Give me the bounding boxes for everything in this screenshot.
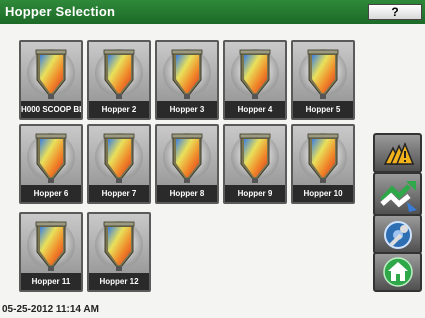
hopper-button-1[interactable]: H000 SCOOP BLK — [19, 40, 83, 120]
hopper-label: Hopper 9 — [225, 185, 285, 202]
hopper-button-5[interactable]: Hopper 5 — [291, 40, 355, 120]
alarm-warning-icon — [383, 141, 415, 165]
hopper-button-11[interactable]: Hopper 11 — [19, 212, 83, 292]
help-button[interactable]: ? — [368, 4, 422, 20]
hopper-label: Hopper 3 — [157, 101, 217, 118]
hopper-button-4[interactable]: Hopper 4 — [223, 40, 287, 120]
hopper-icon — [27, 133, 75, 183]
hopper-label: Hopper 4 — [225, 101, 285, 118]
navigation-arrows-icon — [380, 181, 417, 212]
title-bar: Hopper Selection ? — [0, 0, 425, 24]
hopper-label: H000 SCOOP BLK — [21, 101, 81, 118]
hopper-label: Hopper 10 — [293, 185, 353, 202]
hopper-label: Hopper 11 — [21, 273, 81, 290]
hopper-label: Hopper 5 — [293, 101, 353, 118]
hopper-icon — [163, 133, 211, 183]
hopper-icon — [231, 133, 279, 183]
navigate-button[interactable] — [373, 172, 422, 216]
window-title: Hopper Selection — [5, 4, 116, 19]
hopper-button-8[interactable]: Hopper 8 — [155, 124, 219, 204]
hopper-button-7[interactable]: Hopper 7 — [87, 124, 151, 204]
home-icon — [383, 257, 413, 287]
hopper-label: Hopper 6 — [21, 185, 81, 202]
home-button[interactable] — [373, 252, 422, 292]
settings-button[interactable] — [373, 214, 422, 254]
hopper-label: Hopper 8 — [157, 185, 217, 202]
wrench-settings-icon — [384, 221, 412, 249]
hopper-label: Hopper 7 — [89, 185, 149, 202]
status-datetime: 05-25-2012 11:14 AM — [2, 304, 99, 315]
hopper-icon — [95, 221, 143, 271]
hopper-button-9[interactable]: Hopper 9 — [223, 124, 287, 204]
hopper-icon — [95, 133, 143, 183]
hopper-button-2[interactable]: Hopper 2 — [87, 40, 151, 120]
hopper-icon — [27, 221, 75, 271]
hopper-button-12[interactable]: Hopper 12 — [87, 212, 151, 292]
hopper-icon — [231, 49, 279, 99]
hopper-button-10[interactable]: Hopper 10 — [291, 124, 355, 204]
hopper-label: Hopper 2 — [89, 101, 149, 118]
hopper-icon — [299, 49, 347, 99]
hopper-icon — [95, 49, 143, 99]
hopper-button-6[interactable]: Hopper 6 — [19, 124, 83, 204]
hopper-button-3[interactable]: Hopper 3 — [155, 40, 219, 120]
hopper-icon — [299, 133, 347, 183]
hopper-icon — [27, 49, 75, 99]
alarm-button[interactable] — [373, 133, 422, 173]
hopper-icon — [163, 49, 211, 99]
hopper-label: Hopper 12 — [89, 273, 149, 290]
